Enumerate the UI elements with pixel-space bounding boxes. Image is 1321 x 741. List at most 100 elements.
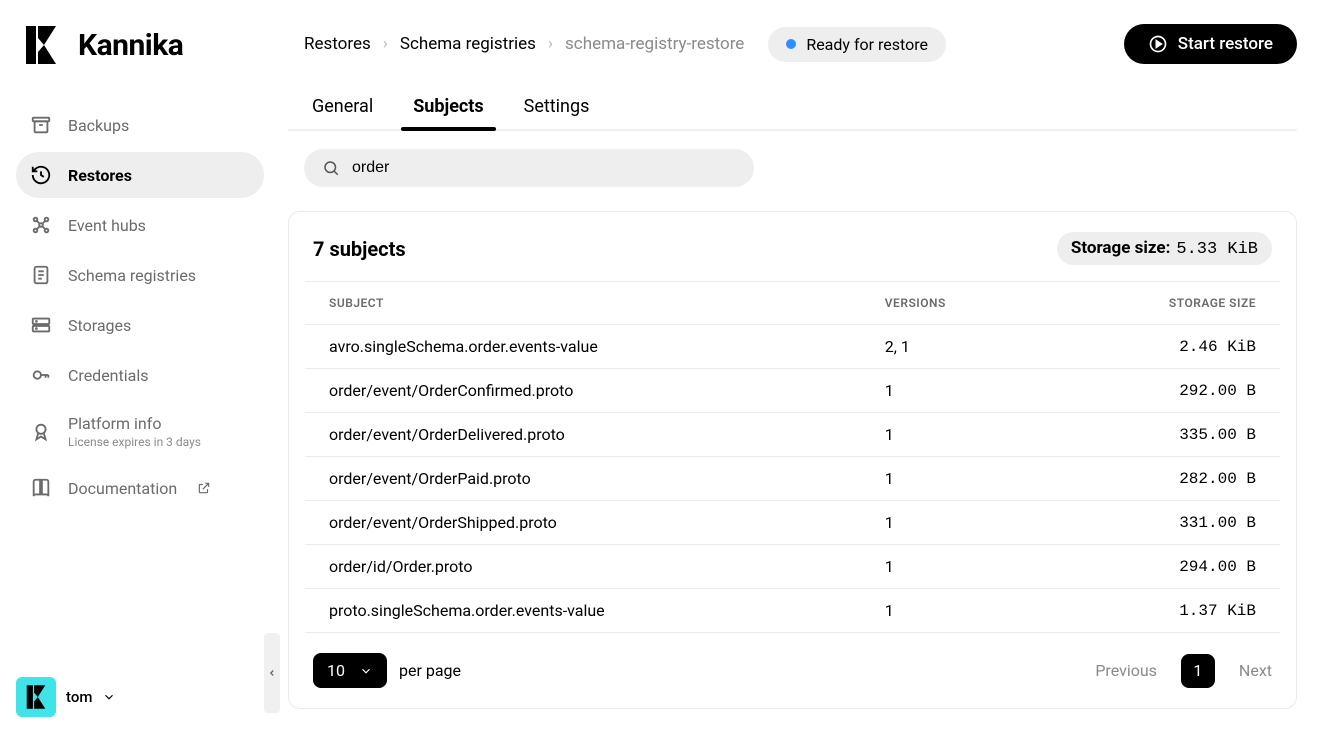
table-row[interactable]: order/event/OrderShipped.proto1331.00 B <box>305 501 1280 545</box>
search-icon <box>322 159 340 177</box>
logo-mark-icon <box>20 24 62 66</box>
subjects-count: 7 subjects <box>313 237 406 261</box>
status-dot-icon <box>786 39 796 49</box>
sidebar-item-platform-info[interactable]: Platform info License expires in 3 days <box>16 402 264 461</box>
table-row[interactable]: order/event/OrderDelivered.proto1335.00 … <box>305 413 1280 457</box>
chevron-down-icon <box>359 664 373 678</box>
cell-versions: 1 <box>861 589 1048 633</box>
start-restore-label: Start restore <box>1178 34 1273 54</box>
nav-label: Platform info <box>68 414 201 433</box>
nav-label: Credentials <box>68 366 149 385</box>
table-row[interactable]: proto.singleSchema.order.events-value11.… <box>305 589 1280 633</box>
cell-storage: 282.00 B <box>1048 457 1280 501</box>
subjects-card: 7 subjects Storage size: 5.33 KiB SUBJEC… <box>288 211 1297 709</box>
external-link-icon <box>197 481 211 495</box>
column-storage[interactable]: STORAGE SIZE <box>1048 282 1280 325</box>
nav-label: Documentation <box>68 479 177 498</box>
breadcrumb-current: schema-registry-restore <box>565 34 744 54</box>
cell-storage: 294.00 B <box>1048 545 1280 589</box>
badge-icon <box>30 421 52 443</box>
cell-subject: proto.singleSchema.order.events-value <box>305 589 861 633</box>
sidebar-item-event-hubs[interactable]: Event hubs <box>16 202 264 248</box>
logo-text: Kannika <box>78 28 183 63</box>
cell-versions: 1 <box>861 413 1048 457</box>
table-row[interactable]: order/event/OrderPaid.proto1282.00 B <box>305 457 1280 501</box>
column-versions[interactable]: VERSIONS <box>861 282 1048 325</box>
breadcrumb-separator: › <box>383 34 388 54</box>
table-footer: 10 per page Previous 1 Next <box>305 633 1280 688</box>
cell-storage: 292.00 B <box>1048 369 1280 413</box>
registry-icon <box>30 264 52 286</box>
main: Restores › Schema registries › schema-re… <box>280 0 1321 741</box>
table-row[interactable]: order/event/OrderConfirmed.proto1292.00 … <box>305 369 1280 413</box>
play-circle-icon <box>1148 34 1168 54</box>
next-page-button[interactable]: Next <box>1239 661 1272 680</box>
nav-label: Schema registries <box>68 266 196 285</box>
nav-label: Restores <box>68 166 132 185</box>
nav-label: Event hubs <box>68 216 146 235</box>
nav-label: Storages <box>68 316 131 335</box>
cell-versions: 1 <box>861 457 1048 501</box>
sidebar-item-schema-registries[interactable]: Schema registries <box>16 252 264 298</box>
storage-icon <box>30 314 52 336</box>
nav: Backups Restores Event hubs Schema regis… <box>16 102 264 669</box>
search-box[interactable] <box>304 149 754 187</box>
breadcrumb-schema-registries[interactable]: Schema registries <box>400 34 536 54</box>
topbar: Restores › Schema registries › schema-re… <box>288 24 1297 64</box>
status-badge: Ready for restore <box>768 27 946 62</box>
user-menu[interactable]: tom <box>16 669 264 725</box>
sidebar: Kannika Backups Restores Event hubs Sche… <box>0 0 280 741</box>
chevron-left-icon <box>267 668 277 678</box>
tab-settings[interactable]: Settings <box>524 84 590 129</box>
chevron-down-icon <box>102 690 116 704</box>
tab-subjects[interactable]: Subjects <box>413 84 483 129</box>
table-row[interactable]: order/id/Order.proto1294.00 B <box>305 545 1280 589</box>
tab-general[interactable]: General <box>312 84 373 129</box>
status-label: Ready for restore <box>806 35 928 54</box>
page-size-select[interactable]: 10 <box>313 653 387 688</box>
breadcrumb-restores[interactable]: Restores <box>304 34 371 54</box>
avatar <box>16 677 56 717</box>
storage-size-badge: Storage size: 5.33 KiB <box>1057 232 1272 265</box>
sidebar-item-backups[interactable]: Backups <box>16 102 264 148</box>
cell-subject: order/event/OrderPaid.proto <box>305 457 861 501</box>
key-icon <box>30 364 52 386</box>
cell-versions: 2, 1 <box>861 325 1048 369</box>
cell-storage: 1.37 KiB <box>1048 589 1280 633</box>
logo[interactable]: Kannika <box>16 24 264 66</box>
sidebar-collapse-button[interactable] <box>264 633 280 713</box>
pagination: Previous 1 Next <box>1095 654 1272 688</box>
cell-storage: 2.46 KiB <box>1048 325 1280 369</box>
user-name: tom <box>66 688 92 706</box>
cell-storage: 331.00 B <box>1048 501 1280 545</box>
tabs: General Subjects Settings <box>288 84 1297 131</box>
logo-mark-small-icon <box>23 684 49 710</box>
cell-storage: 335.00 B <box>1048 413 1280 457</box>
breadcrumb: Restores › Schema registries › schema-re… <box>304 27 946 62</box>
archive-icon <box>30 114 52 136</box>
per-page-label: per page <box>399 661 461 680</box>
storage-value: 5.33 KiB <box>1176 240 1258 259</box>
storage-label: Storage size: <box>1071 238 1170 258</box>
cell-subject: order/id/Order.proto <box>305 545 861 589</box>
restore-icon <box>30 164 52 186</box>
sidebar-item-credentials[interactable]: Credentials <box>16 352 264 398</box>
previous-page-button[interactable]: Previous <box>1095 661 1157 680</box>
sidebar-item-documentation[interactable]: Documentation <box>16 465 264 511</box>
cell-versions: 1 <box>861 501 1048 545</box>
page-size-value: 10 <box>327 661 345 680</box>
search-input[interactable] <box>352 159 736 177</box>
cell-versions: 1 <box>861 545 1048 589</box>
cell-subject: order/event/OrderConfirmed.proto <box>305 369 861 413</box>
table-row[interactable]: avro.singleSchema.order.events-value2, 1… <box>305 325 1280 369</box>
sidebar-item-storages[interactable]: Storages <box>16 302 264 348</box>
start-restore-button[interactable]: Start restore <box>1124 24 1297 64</box>
current-page[interactable]: 1 <box>1181 654 1215 688</box>
breadcrumb-separator: › <box>548 34 553 54</box>
cell-subject: avro.singleSchema.order.events-value <box>305 325 861 369</box>
cell-versions: 1 <box>861 369 1048 413</box>
cell-subject: order/event/OrderShipped.proto <box>305 501 861 545</box>
subjects-table: SUBJECT VERSIONS STORAGE SIZE avro.singl… <box>305 281 1280 633</box>
sidebar-item-restores[interactable]: Restores <box>16 152 264 198</box>
column-subject[interactable]: SUBJECT <box>305 282 861 325</box>
